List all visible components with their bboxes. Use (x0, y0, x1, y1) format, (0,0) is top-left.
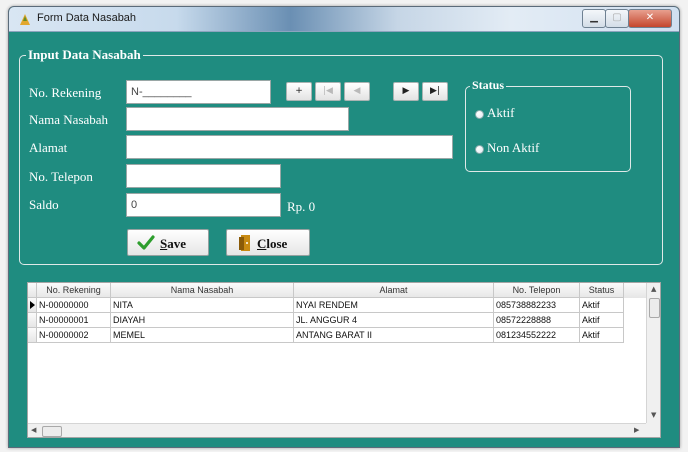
scroll-corner (646, 423, 660, 437)
maximize-button[interactable]: ▢ (605, 9, 629, 28)
cell-alamat[interactable]: ANTANG BARAT II (294, 328, 494, 343)
horizontal-scroll-thumb[interactable] (42, 426, 62, 437)
row-indicator-header (28, 283, 37, 298)
close-button-label: Close (257, 236, 287, 252)
status-group-legend: Status (470, 78, 507, 93)
add-record-button[interactable]: + (286, 82, 312, 101)
cell-nama-nasabah[interactable]: DIAYAH (111, 313, 294, 328)
cell-alamat[interactable]: NYAI RENDEM (294, 298, 494, 313)
aktif-radio-label[interactable]: Aktif (487, 105, 514, 121)
column-header-no-telepon[interactable]: No. Telepon (494, 283, 580, 298)
last-record-icon: ▶| (430, 86, 440, 96)
title-bar[interactable]: Form Data Nasabah ▁ ▢ ✕ (9, 7, 679, 32)
next-record-button[interactable]: ▶ (393, 82, 419, 101)
previous-record-icon: ◀ (353, 86, 361, 96)
first-record-button[interactable]: |◀ (315, 82, 341, 101)
cell-no-telepon[interactable]: 08572228888 (494, 313, 580, 328)
cell-no-rekening[interactable]: N-00000000 (37, 298, 111, 313)
row-indicator[interactable] (28, 313, 37, 328)
nasabah-data-grid[interactable]: No. Rekening Nama Nasabah Alamat No. Tel… (27, 282, 661, 438)
no-telepon-field[interactable] (126, 164, 281, 188)
window-title: Form Data Nasabah (37, 12, 137, 24)
non-aktif-radio[interactable] (475, 145, 484, 154)
close-label-rest: lose (266, 236, 288, 251)
column-header-alamat[interactable]: Alamat (294, 283, 494, 298)
cell-no-rekening[interactable]: N-00000001 (37, 313, 111, 328)
cell-nama-nasabah[interactable]: NITA (111, 298, 294, 313)
status-group: Status (465, 78, 631, 172)
vertical-scrollbar[interactable]: ▲ ▼ (646, 283, 660, 423)
aktif-radio[interactable] (475, 110, 484, 119)
exit-door-icon (239, 235, 250, 251)
current-row-arrow-icon (30, 301, 35, 309)
saldo-field[interactable] (126, 193, 281, 217)
row-indicator[interactable] (28, 328, 37, 343)
nama-nasabah-field[interactable] (126, 107, 349, 131)
label-no-rekening: No. Rekening (29, 85, 102, 100)
last-record-button[interactable]: ▶| (422, 82, 448, 101)
cell-alamat[interactable]: JL. ANGGUR 4 (294, 313, 494, 328)
cell-status[interactable]: Aktif (580, 328, 624, 343)
column-header-nama-nasabah[interactable]: Nama Nasabah (111, 283, 294, 298)
table-row[interactable]: N-00000001 DIAYAH JL. ANGGUR 4 085722288… (28, 313, 648, 328)
grid-body: No. Rekening Nama Nasabah Alamat No. Tel… (28, 283, 648, 423)
close-button[interactable]: Close (226, 229, 310, 256)
close-accelerator: C (257, 236, 267, 251)
previous-record-button[interactable]: ◀ (344, 82, 370, 101)
plus-icon: + (295, 86, 303, 96)
checkmark-icon (137, 235, 155, 250)
minimize-button[interactable]: ▁ (582, 9, 606, 28)
non-aktif-radio-label[interactable]: Non Aktif (487, 140, 539, 156)
first-record-icon: |◀ (323, 86, 333, 96)
no-rekening-field[interactable] (126, 80, 271, 104)
vertical-scroll-thumb[interactable] (649, 298, 660, 318)
row-indicator[interactable] (28, 298, 37, 313)
cell-nama-nasabah[interactable]: MEMEL (111, 328, 294, 343)
close-window-button[interactable]: ✕ (628, 9, 672, 28)
label-saldo: Saldo (29, 197, 59, 212)
saldo-amount-text: Rp. 0 (287, 199, 316, 214)
grid-header: No. Rekening Nama Nasabah Alamat No. Tel… (28, 283, 648, 298)
column-header-status[interactable]: Status (580, 283, 624, 298)
table-row[interactable]: N-00000000 NITA NYAI RENDEM 085738882233… (28, 298, 648, 313)
scroll-left-arrow-icon[interactable]: ◀ (31, 426, 36, 434)
horizontal-scrollbar[interactable]: ◀ ▶ (28, 423, 648, 437)
label-nama-nasabah: Nama Nasabah (29, 112, 109, 127)
cell-no-telepon[interactable]: 085738882233 (494, 298, 580, 313)
cell-no-telepon[interactable]: 081234552222 (494, 328, 580, 343)
label-no-telepon: No. Telepon (29, 169, 93, 184)
cell-no-rekening[interactable]: N-00000002 (37, 328, 111, 343)
maximize-icon: ▢ (612, 12, 622, 23)
scroll-down-arrow-icon[interactable]: ▼ (651, 411, 656, 419)
save-button-label: Save (160, 236, 186, 252)
save-label-rest: ave (167, 236, 187, 251)
alamat-field[interactable] (126, 135, 453, 159)
form-window: Form Data Nasabah ▁ ▢ ✕ Input Data Nasab… (8, 6, 680, 448)
close-icon: ✕ (645, 12, 655, 23)
scroll-up-arrow-icon[interactable]: ▲ (651, 285, 656, 293)
minimize-icon: ▁ (590, 12, 598, 23)
cell-status[interactable]: Aktif (580, 298, 624, 313)
app-icon (20, 14, 30, 25)
scroll-right-arrow-icon[interactable]: ▶ (634, 426, 639, 434)
column-header-no-rekening[interactable]: No. Rekening (37, 283, 111, 298)
table-row[interactable]: N-00000002 MEMEL ANTANG BARAT II 0812345… (28, 328, 648, 343)
input-group-legend: Input Data Nasabah (26, 47, 143, 63)
next-record-icon: ▶ (402, 86, 410, 96)
save-button[interactable]: Save (127, 229, 209, 256)
label-alamat: Alamat (29, 140, 68, 155)
cell-status[interactable]: Aktif (580, 313, 624, 328)
